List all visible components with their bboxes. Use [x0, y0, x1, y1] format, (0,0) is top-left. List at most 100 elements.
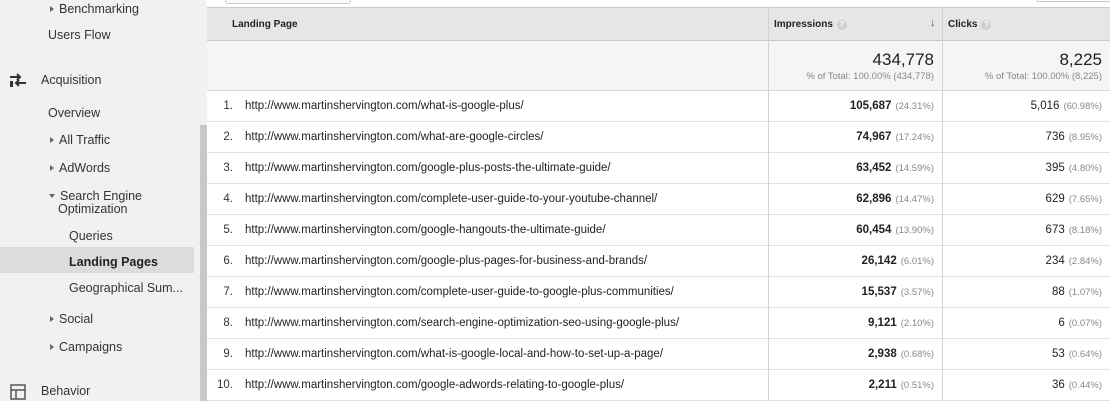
toolbar-control-right[interactable]	[1037, 0, 1110, 2]
row-index: 2.	[223, 131, 233, 143]
table-row: 5. http://www.martinshervington.com/googl…	[207, 215, 1110, 246]
impressions-cell: 9,121 (2.10%)	[768, 308, 942, 339]
table-row: 4. http://www.martinshervington.com/compl…	[207, 184, 1110, 215]
sidebar-item-campaigns[interactable]: Campaigns	[50, 340, 122, 354]
clicks-value: 36	[1051, 379, 1065, 391]
clicks-percent: (8.18%)	[1068, 225, 1102, 236]
row-index: 9.	[223, 348, 233, 360]
column-divider	[768, 7, 769, 401]
impressions-value: 15,537	[861, 286, 897, 298]
landing-page-link[interactable]: http://www.martinshervington.com/google-…	[245, 153, 611, 184]
clicks-value: 673	[1045, 224, 1065, 236]
impressions-percent: (0.68%)	[900, 349, 934, 360]
clicks-cell: 629 (7.65%)	[942, 184, 1110, 215]
table-row: 6. http://www.martinshervington.com/googl…	[207, 246, 1110, 277]
total-clicks-value: 8,225	[1059, 50, 1102, 69]
sidebar-scrollbar[interactable]	[200, 125, 207, 401]
chevron-right-icon	[50, 344, 54, 350]
sidebar-item-landing-pages[interactable]: Landing Pages	[69, 255, 158, 269]
impressions-percent: (0.51%)	[900, 380, 934, 391]
sidebar-item-geographical-summary[interactable]: Geographical Sum...	[69, 281, 183, 295]
landing-page-link[interactable]: http://www.martinshervington.com/what-is…	[245, 91, 524, 122]
impressions-cell: 15,537 (3.57%)	[768, 277, 942, 308]
landing-page-link[interactable]: http://www.martinshervington.com/search-…	[245, 308, 679, 339]
table-row: 9. http://www.martinshervington.com/what-…	[207, 339, 1110, 370]
clicks-percent: (8.95%)	[1068, 132, 1102, 143]
row-index: 3.	[223, 162, 233, 174]
behavior-icon	[10, 384, 26, 400]
landing-page-link[interactable]: http://www.martinshervington.com/google-…	[245, 246, 647, 277]
table-row: 1. http://www.martinshervington.com/what-…	[207, 91, 1110, 122]
clicks-value: 395	[1045, 162, 1065, 174]
impressions-percent: (2.10%)	[900, 318, 934, 329]
sidebar-item-seo[interactable]: Search Engine	[49, 189, 142, 203]
clicks-cell: 395 (4.80%)	[942, 153, 1110, 184]
sidebar-item-queries[interactable]: Queries	[69, 229, 113, 243]
impressions-value: 63,452	[856, 162, 892, 174]
sort-descending-icon[interactable]: ↓	[930, 17, 936, 29]
row-index: 5.	[223, 224, 233, 236]
impressions-percent: (14.59%)	[895, 163, 934, 174]
landing-page-link[interactable]: http://www.martinshervington.com/complet…	[245, 184, 657, 215]
landing-pages-table: Landing Page Impressions? ↓ Clicks? 434,…	[207, 7, 1110, 401]
landing-page-link[interactable]: http://www.martinshervington.com/what-ar…	[245, 122, 543, 153]
help-icon[interactable]: ?	[981, 20, 992, 30]
totals-label-cell	[207, 41, 768, 91]
clicks-cell: 5,016 (60.98%)	[942, 91, 1110, 122]
sidebar-item-overview[interactable]: Overview	[48, 106, 100, 120]
impressions-value: 105,687	[849, 100, 892, 112]
landing-page-link[interactable]: http://www.martinshervington.com/what-is…	[245, 339, 663, 370]
impressions-value: 2,938	[867, 348, 897, 360]
total-impressions-percent: % of Total: 100.00% (434,778)	[806, 71, 934, 82]
landing-page-link[interactable]: http://www.martinshervington.com/google-…	[245, 370, 624, 401]
sidebar-item-acquisition[interactable]: Acquisition	[41, 73, 101, 87]
clicks-cell: 673 (8.18%)	[942, 215, 1110, 246]
table-row: 10. http://www.martinshervington.com/goog…	[207, 370, 1110, 401]
sidebar-item-behavior[interactable]: Behavior	[41, 384, 90, 398]
total-clicks-percent: % of Total: 100.00% (8,225)	[984, 71, 1102, 82]
landing-page-link[interactable]: http://www.martinshervington.com/google-…	[245, 215, 606, 246]
clicks-cell: 6 (0.07%)	[942, 308, 1110, 339]
clicks-percent: (2.84%)	[1068, 256, 1102, 267]
clicks-value: 629	[1045, 193, 1065, 205]
table-row: 7. http://www.martinshervington.com/compl…	[207, 277, 1110, 308]
sidebar-item-benchmarking[interactable]: Benchmarking	[50, 2, 139, 16]
totals-impressions: 434,778 % of Total: 100.00% (434,778)	[768, 41, 942, 91]
sidebar-item-all-traffic[interactable]: All Traffic	[50, 133, 110, 147]
header-landing-page[interactable]: Landing Page	[207, 7, 768, 41]
column-divider	[942, 7, 943, 401]
row-index: 7.	[223, 286, 233, 298]
clicks-value: 234	[1045, 255, 1065, 267]
row-index: 6.	[223, 255, 233, 267]
header-clicks[interactable]: Clicks?	[942, 7, 1110, 41]
clicks-value: 6	[1058, 317, 1065, 329]
total-impressions-value: 434,778	[872, 50, 934, 69]
impressions-cell: 26,142 (6.01%)	[768, 246, 942, 277]
clicks-value: 5,016	[1030, 100, 1060, 112]
row-index: 8.	[223, 317, 233, 329]
help-icon[interactable]: ?	[836, 20, 847, 30]
clicks-percent: (60.98%)	[1063, 101, 1102, 112]
toolbar-control[interactable]	[225, 0, 351, 4]
row-index: 1.	[223, 100, 233, 112]
sidebar-item-adwords[interactable]: AdWords	[50, 161, 110, 175]
impressions-percent: (24.31%)	[895, 101, 934, 112]
sidebar-item-social[interactable]: Social	[50, 312, 93, 326]
impressions-value: 74,967	[856, 131, 892, 143]
totals-clicks: 8,225 % of Total: 100.00% (8,225)	[942, 41, 1110, 91]
impressions-cell: 74,967 (17.24%)	[768, 122, 942, 153]
clicks-percent: (0.64%)	[1068, 349, 1102, 360]
impressions-cell: 62,896 (14.47%)	[768, 184, 942, 215]
impressions-value: 26,142	[861, 255, 897, 267]
clicks-cell: 736 (8.95%)	[942, 122, 1110, 153]
landing-page-link[interactable]: http://www.martinshervington.com/complet…	[245, 277, 674, 308]
chevron-right-icon	[50, 165, 54, 171]
impressions-value: 2,211	[868, 379, 897, 391]
impressions-percent: (14.47%)	[895, 194, 934, 205]
chevron-right-icon	[50, 137, 54, 143]
clicks-value: 88	[1051, 286, 1065, 298]
header-impressions[interactable]: Impressions? ↓	[768, 7, 942, 41]
clicks-percent: (1.07%)	[1068, 287, 1102, 298]
chevron-right-icon	[50, 316, 54, 322]
sidebar-item-users-flow[interactable]: Users Flow	[48, 28, 111, 42]
